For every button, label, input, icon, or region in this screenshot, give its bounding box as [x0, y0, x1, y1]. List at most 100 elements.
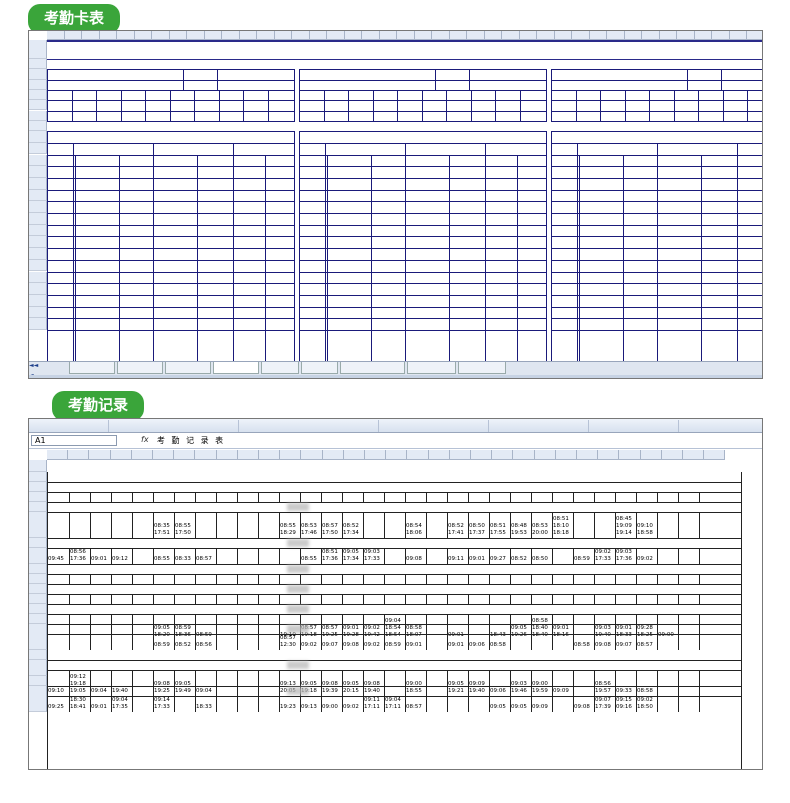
- column-header[interactable]: [64, 31, 82, 40]
- row-header[interactable]: [29, 676, 47, 686]
- column-header[interactable]: [259, 450, 281, 460]
- row-header[interactable]: [29, 294, 47, 307]
- sheet-tab[interactable]: [407, 362, 456, 374]
- column-header[interactable]: [555, 450, 577, 460]
- row-header[interactable]: [29, 614, 47, 624]
- row-header[interactable]: [29, 120, 47, 132]
- column-header[interactable]: [82, 31, 100, 40]
- ribbon-group-label[interactable]: [239, 420, 379, 432]
- column-header[interactable]: [362, 31, 380, 40]
- fx-icon[interactable]: fx: [141, 435, 149, 444]
- row-header[interactable]: [29, 236, 47, 249]
- column-header[interactable]: [704, 450, 726, 460]
- column-header[interactable]: [292, 31, 310, 40]
- row-header[interactable]: [29, 177, 47, 190]
- column-header[interactable]: [152, 31, 170, 40]
- column-header[interactable]: [589, 31, 607, 40]
- tab-scroll-arrow[interactable]: ◄◄: [29, 362, 38, 372]
- column-header[interactable]: [204, 31, 222, 40]
- column-header[interactable]: [659, 31, 677, 40]
- column-header[interactable]: [344, 31, 362, 40]
- column-header[interactable]: [47, 31, 65, 40]
- row-header[interactable]: [29, 564, 47, 574]
- column-header[interactable]: [309, 31, 327, 40]
- row-header[interactable]: [29, 213, 47, 225]
- column-header[interactable]: [598, 450, 620, 460]
- column-header[interactable]: [274, 31, 292, 40]
- row-header[interactable]: [29, 548, 47, 564]
- column-header[interactable]: [449, 31, 467, 40]
- column-header[interactable]: [694, 31, 712, 40]
- column-header[interactable]: [554, 31, 572, 40]
- row-header[interactable]: [29, 492, 47, 502]
- column-header[interactable]: [642, 31, 660, 40]
- sheet-tab[interactable]: [300, 362, 338, 374]
- ribbon-group-label[interactable]: [589, 420, 679, 432]
- row-header[interactable]: [29, 584, 47, 594]
- row-header[interactable]: [29, 131, 47, 143]
- column-header[interactable]: [747, 31, 762, 40]
- row-header[interactable]: [29, 166, 47, 178]
- formula-content[interactable]: 考 勤 记 录 表: [157, 435, 225, 446]
- column-header[interactable]: [513, 450, 535, 460]
- row-header[interactable]: [29, 189, 47, 202]
- sheet-tab[interactable]: [117, 362, 163, 374]
- column-header[interactable]: [365, 450, 387, 460]
- column-header[interactable]: [534, 450, 556, 460]
- name-box[interactable]: A1: [31, 435, 117, 446]
- row-header[interactable]: [29, 460, 47, 472]
- column-header[interactable]: [471, 450, 493, 460]
- row-header[interactable]: [29, 283, 47, 295]
- row-header[interactable]: [29, 472, 47, 482]
- column-header[interactable]: [257, 31, 275, 40]
- column-header[interactable]: [327, 31, 345, 40]
- row-header[interactable]: [29, 248, 47, 260]
- column-header[interactable]: [484, 31, 502, 40]
- sheet-tab[interactable]: [69, 362, 115, 374]
- row-header[interactable]: [29, 40, 47, 59]
- sheet-tab[interactable]: [340, 362, 405, 374]
- ribbon-group-label[interactable]: [29, 420, 109, 432]
- column-header[interactable]: [624, 31, 642, 40]
- row-header[interactable]: [29, 306, 47, 319]
- ribbon-group-label[interactable]: [379, 420, 489, 432]
- column-header[interactable]: [280, 450, 302, 460]
- row-header[interactable]: [29, 154, 47, 167]
- row-header[interactable]: [29, 89, 47, 101]
- column-header[interactable]: [449, 450, 471, 460]
- column-header[interactable]: [640, 450, 662, 460]
- row-header[interactable]: [29, 482, 47, 492]
- column-header[interactable]: [677, 31, 695, 40]
- column-header[interactable]: [386, 450, 408, 460]
- row-header[interactable]: [29, 686, 47, 712]
- column-header[interactable]: [683, 450, 705, 460]
- column-header[interactable]: [414, 31, 432, 40]
- row-header[interactable]: [29, 594, 47, 604]
- column-header[interactable]: [432, 31, 450, 40]
- row-header[interactable]: [29, 201, 47, 213]
- column-header[interactable]: [239, 31, 257, 40]
- column-header[interactable]: [301, 450, 323, 460]
- column-header[interactable]: [131, 450, 153, 460]
- column-header[interactable]: [216, 450, 238, 460]
- ribbon-group-label[interactable]: [109, 420, 239, 432]
- column-header[interactable]: [607, 31, 625, 40]
- column-header[interactable]: [89, 450, 111, 460]
- column-header[interactable]: [661, 450, 683, 460]
- column-header[interactable]: [729, 31, 747, 40]
- column-header[interactable]: [577, 450, 599, 460]
- ribbon-group-label[interactable]: [679, 420, 762, 432]
- column-header[interactable]: [153, 450, 175, 460]
- sheet-tab[interactable]: [457, 362, 506, 374]
- column-header[interactable]: [169, 31, 187, 40]
- ribbon-group-label[interactable]: [489, 420, 589, 432]
- row-header[interactable]: [29, 660, 47, 676]
- row-header[interactable]: [29, 100, 47, 111]
- column-header[interactable]: [619, 450, 641, 460]
- sheet-tab[interactable]: [165, 362, 211, 374]
- row-header[interactable]: [29, 538, 47, 548]
- column-header[interactable]: [397, 31, 415, 40]
- row-header[interactable]: [29, 624, 47, 650]
- column-header[interactable]: [195, 450, 217, 460]
- column-header[interactable]: [343, 450, 365, 460]
